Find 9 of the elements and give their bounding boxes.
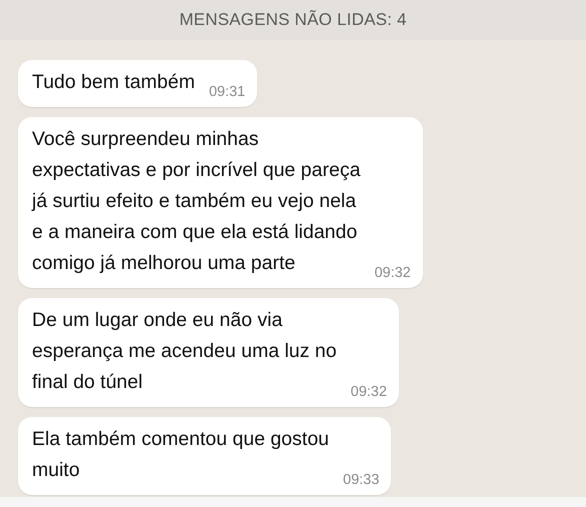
- message-text: Tudo bem também: [32, 70, 195, 95]
- message-time: 09:33: [343, 471, 380, 489]
- unread-banner: MENSAGENS NÃO LIDAS: 4: [0, 0, 586, 40]
- message-time: 09:31: [208, 83, 246, 101]
- message-text: Ela também comentou que gostou muito: [32, 427, 330, 483]
- message-time: 09:32: [350, 383, 387, 401]
- message-time: 09:32: [374, 264, 411, 282]
- message-text: De um lugar onde eu não via esperança me acendeu uma luz no final do túnel: [32, 308, 337, 395]
- message-text: Você surpreendeu minhas expectativas e por incrível que pareça já surtiu efeito e também eu vejo nela e a maneira com que ela está lidando comigo já melhorou uma parte: [32, 127, 360, 276]
